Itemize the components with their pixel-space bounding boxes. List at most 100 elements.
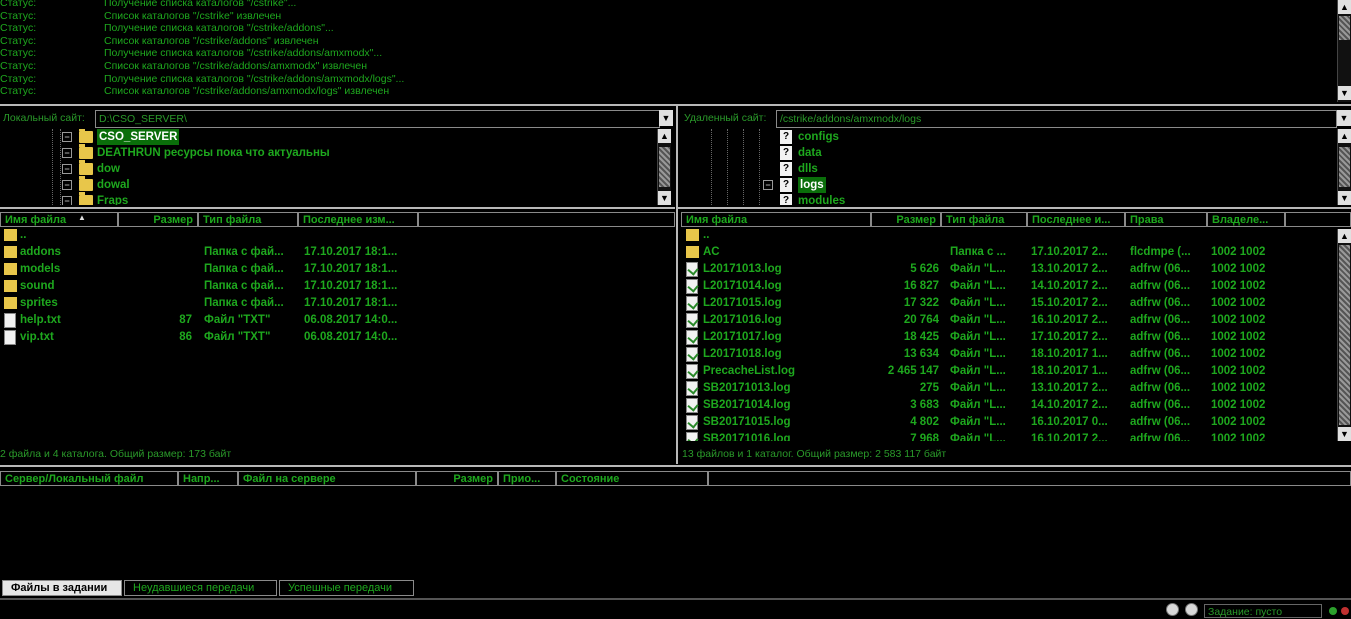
- expand-icon[interactable]: −: [62, 132, 72, 142]
- file-name: SB20171015.log: [703, 416, 791, 428]
- local-tree-scrollbar[interactable]: ▲ ▼: [657, 129, 671, 205]
- file-name: SB20171013.log: [703, 382, 791, 394]
- tree-node[interactable]: − Fraps: [0, 192, 650, 205]
- tree-node[interactable]: − DEATHRUN ресурсы пока что актуальны: [0, 144, 650, 161]
- scroll-up-icon[interactable]: ▲: [658, 129, 671, 143]
- file-row[interactable]: sound Папка с фай... 17.10.2017 18:1...: [0, 278, 675, 295]
- column-header[interactable]: Владеле...: [1207, 212, 1285, 227]
- tree-node-label: dowal: [97, 179, 130, 191]
- scroll-thumb[interactable]: [1339, 16, 1350, 40]
- folder-icon: [686, 229, 699, 241]
- file-row[interactable]: SB20171015.log 4 802 Файл "L... 16.10.2017 …: [681, 414, 1337, 431]
- local-file-list[interactable]: .. addons Папка с фай... 17.10.2017 18:1...…: [0, 229, 675, 444]
- file-type: Файл "L...: [950, 399, 1006, 411]
- file-row[interactable]: SB20171014.log 3 683 Файл "L... 14.10.2017 …: [681, 397, 1337, 414]
- scroll-down-icon[interactable]: ▼: [1338, 86, 1351, 100]
- remote-tree[interactable]: ? configs? data? dlls −? logs? modules: [681, 129, 1337, 205]
- file-row[interactable]: addons Папка с фай... 17.10.2017 18:1...: [0, 244, 675, 261]
- splitter[interactable]: [0, 207, 675, 209]
- file-row[interactable]: L20171016.log 20 764 Файл "L... 16.10.2017 …: [681, 312, 1337, 329]
- expand-icon[interactable]: −: [62, 180, 72, 190]
- chevron-down-icon[interactable]: ▼: [1337, 110, 1351, 126]
- column-header[interactable]: Размер: [416, 471, 498, 486]
- tab-queued-files[interactable]: Файлы в задании: [2, 580, 122, 596]
- tree-node[interactable]: ? data: [681, 145, 1331, 161]
- file-modified: 17.10.2017 18:1...: [304, 297, 398, 309]
- column-header[interactable]: Размер: [871, 212, 941, 227]
- file-row[interactable]: help.txt 87 Файл "TXT" 06.08.2017 14:0...: [0, 312, 675, 329]
- splitter[interactable]: [0, 465, 1351, 467]
- file-row[interactable]: L20171017.log 18 425 Файл "L... 17.10.2017 …: [681, 329, 1337, 346]
- column-header[interactable]: Права: [1125, 212, 1207, 227]
- file-name: L20171014.log: [703, 280, 782, 292]
- file-row[interactable]: L20171014.log 16 827 Файл "L... 14.10.2017 …: [681, 278, 1337, 295]
- scroll-up-icon[interactable]: ▲: [1338, 129, 1351, 143]
- tree-node[interactable]: ? dlls: [681, 161, 1331, 177]
- tree-node[interactable]: − dowal: [0, 176, 650, 193]
- remote-summary: 13 файлов и 1 каталог. Общий размер: 2 5…: [682, 448, 947, 460]
- local-path-input[interactable]: D:\CSO_SERVER\: [95, 110, 660, 128]
- remote-path-input[interactable]: /cstrike/addons/amxmodx/logs: [776, 110, 1337, 128]
- scroll-up-icon[interactable]: ▲: [1338, 229, 1351, 243]
- column-header[interactable]: Тип файла: [941, 212, 1027, 227]
- scroll-down-icon[interactable]: ▼: [1338, 427, 1351, 441]
- scroll-down-icon[interactable]: ▼: [658, 191, 671, 205]
- expand-icon[interactable]: −: [62, 148, 72, 158]
- expand-icon[interactable]: −: [62, 164, 72, 174]
- file-row[interactable]: models Папка с фай... 17.10.2017 18:1...: [0, 261, 675, 278]
- tree-node[interactable]: − CSO_SERVER: [0, 129, 650, 145]
- file-row[interactable]: PrecacheList.log 2 465 147 Файл "L... 18.10…: [681, 363, 1337, 380]
- scroll-thumb[interactable]: [1339, 147, 1350, 187]
- scroll-thumb[interactable]: [1339, 245, 1350, 425]
- column-header[interactable]: Последнее и...: [1027, 212, 1125, 227]
- tree-node[interactable]: −? logs: [681, 177, 1331, 193]
- splitter[interactable]: [678, 207, 1351, 209]
- chevron-down-icon[interactable]: ▼: [659, 110, 673, 126]
- log-scrollbar[interactable]: ▲ ▼: [1337, 0, 1351, 102]
- file-row[interactable]: L20171013.log 5 626 Файл "L... 13.10.2017 2…: [681, 261, 1337, 278]
- sort-ascending-icon[interactable]: ▲: [78, 213, 86, 222]
- column-header[interactable]: Состояние: [556, 471, 708, 486]
- speed-limit-icon[interactable]: [1185, 603, 1198, 616]
- file-row[interactable]: SB20171013.log 275 Файл "L... 13.10.2017 2.…: [681, 380, 1337, 397]
- column-header[interactable]: Имя файла: [0, 212, 118, 227]
- column-header[interactable]: Прио...: [498, 471, 556, 486]
- remote-file-list[interactable]: .. AC Папка с ... 17.10.2017 2... flcdmpe (.…: [681, 229, 1337, 441]
- splitter[interactable]: [676, 106, 678, 464]
- tree-node[interactable]: ? configs: [681, 129, 1331, 145]
- scroll-thumb[interactable]: [659, 147, 670, 187]
- column-header[interactable]: Тип файла: [198, 212, 298, 227]
- expand-icon[interactable]: −: [763, 180, 773, 190]
- local-site-label: Локальный сайт:: [3, 112, 85, 124]
- recycle-icon[interactable]: [1166, 603, 1179, 616]
- remote-list-scrollbar[interactable]: ▲ ▼: [1337, 229, 1351, 441]
- file-row[interactable]: SB20171016.log 7 968 Файл "L... 16.10.2017 …: [681, 431, 1337, 441]
- tab-successful-transfers[interactable]: Успешные передачи: [279, 580, 414, 596]
- file-row[interactable]: L20171018.log 13 634 Файл "L... 18.10.2017 …: [681, 346, 1337, 363]
- expand-icon[interactable]: −: [62, 196, 72, 205]
- file-permissions: adfrw (06...: [1130, 382, 1191, 394]
- folder-icon: [4, 297, 17, 309]
- scroll-down-icon[interactable]: ▼: [1338, 191, 1351, 205]
- tree-node[interactable]: − dow: [0, 160, 650, 177]
- file-permissions: adfrw (06...: [1130, 365, 1191, 377]
- file-row[interactable]: vip.txt 86 Файл "TXT" 06.08.2017 14:0...: [0, 329, 675, 346]
- file-row[interactable]: L20171015.log 17 322 Файл "L... 15.10.2017 …: [681, 295, 1337, 312]
- local-tree[interactable]: − CSO_SERVER − DEATHRUN ресурсы пока что ак…: [0, 129, 657, 205]
- column-header[interactable]: Напр...: [178, 471, 238, 486]
- column-header[interactable]: Сервер/Локальный файл: [0, 471, 178, 486]
- log-file-icon: [686, 330, 698, 345]
- column-header[interactable]: Последнее изм...: [298, 212, 418, 227]
- scroll-up-icon[interactable]: ▲: [1338, 0, 1351, 14]
- file-row[interactable]: AC Папка с ... 17.10.2017 2... flcdmpe (...…: [681, 244, 1337, 261]
- file-row[interactable]: ..: [681, 229, 1337, 244]
- remote-tree-scrollbar[interactable]: ▲ ▼: [1337, 129, 1351, 205]
- column-header[interactable]: Размер: [118, 212, 198, 227]
- tab-failed-transfers[interactable]: Неудавшиеся передачи: [124, 580, 277, 596]
- file-type: Файл "L...: [950, 331, 1006, 343]
- file-row[interactable]: sprites Папка с фай... 17.10.2017 18:1...: [0, 295, 675, 312]
- tree-node[interactable]: ? modules: [681, 193, 1331, 205]
- file-row[interactable]: ..: [0, 229, 675, 244]
- column-header[interactable]: Имя файла: [681, 212, 871, 227]
- column-header[interactable]: Файл на сервере: [238, 471, 416, 486]
